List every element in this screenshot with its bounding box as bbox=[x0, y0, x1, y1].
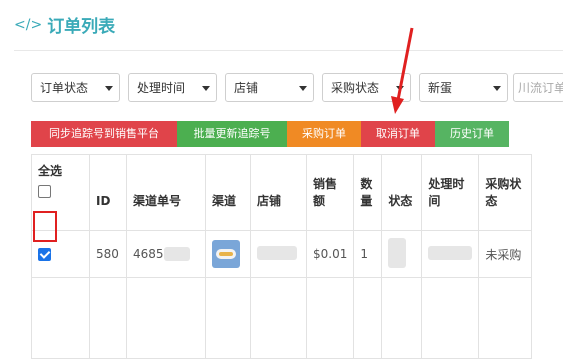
annotation-arrow-icon bbox=[391, 27, 414, 114]
